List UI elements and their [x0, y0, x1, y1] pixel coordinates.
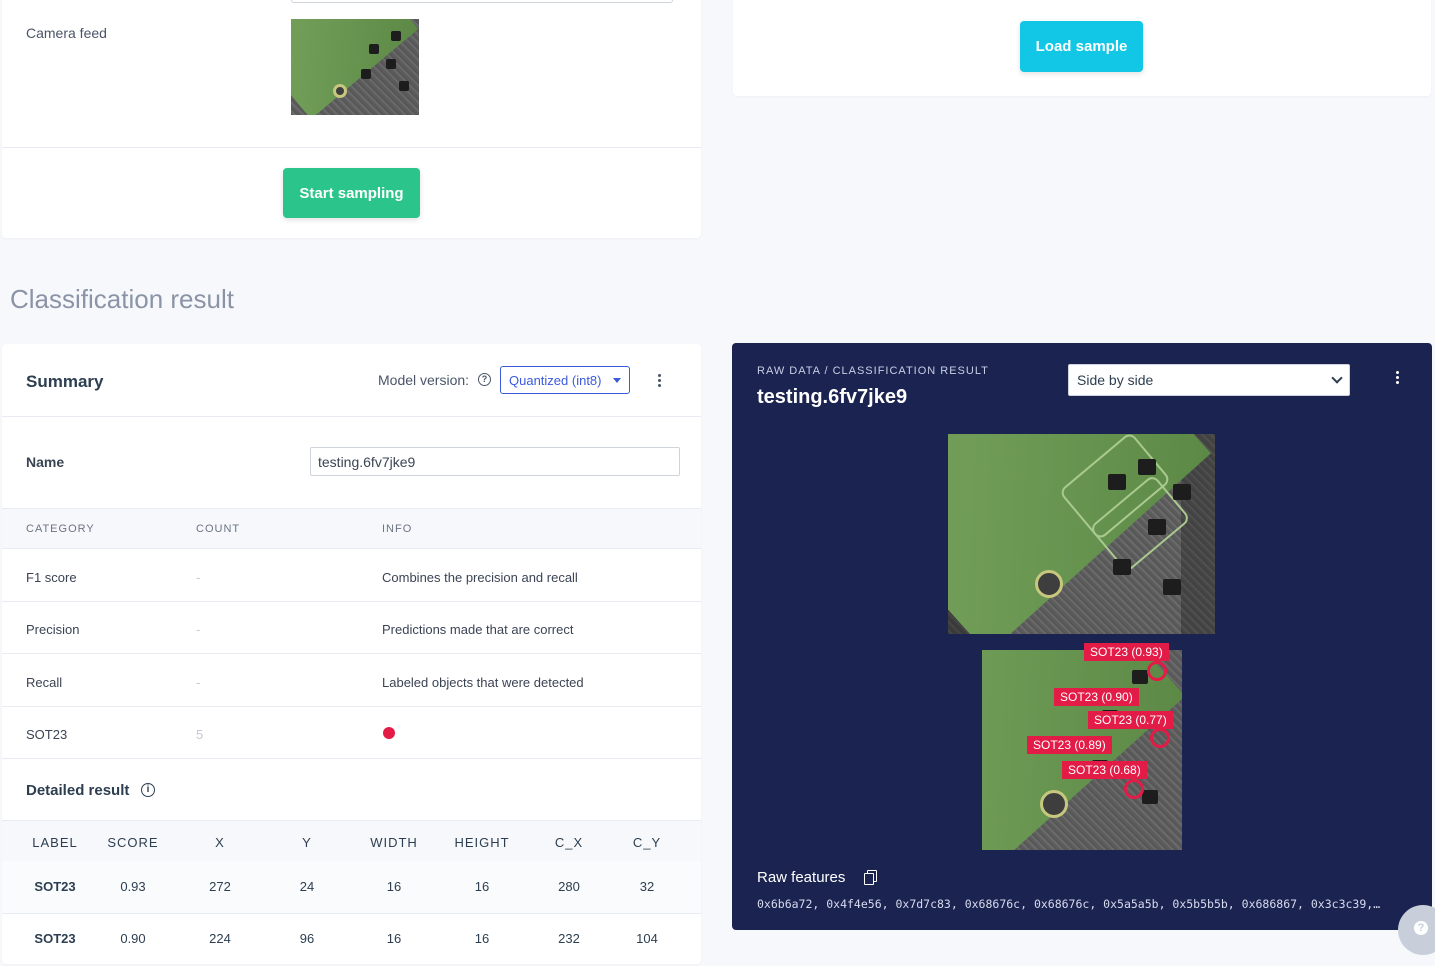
- cy-cell: 104: [636, 931, 658, 946]
- name-input[interactable]: [310, 447, 680, 476]
- detailed-result-title: Detailed result: [26, 782, 130, 799]
- category-table-header: CATEGORY COUNT INFO: [2, 508, 701, 549]
- model-version-label: Model version:: [378, 372, 470, 388]
- sample-name-title: testing.6fv7jke9: [757, 386, 908, 408]
- category-cell: F1 score: [26, 570, 77, 585]
- width-cell: 16: [386, 931, 402, 946]
- bounding-box-label: SOT23 (0.89): [1027, 736, 1112, 754]
- name-label: Name: [26, 454, 65, 470]
- header-label: LABEL: [32, 835, 78, 850]
- chevron-down-icon: [1331, 372, 1343, 384]
- category-cell: SOT23: [26, 727, 68, 742]
- score-cell: 0.90: [120, 931, 146, 946]
- table-row: SOT23 0.93 272 24 16 16 280 32: [2, 861, 701, 914]
- label-cell: SOT23: [34, 879, 76, 894]
- header-width: WIDTH: [370, 835, 418, 850]
- table-row: Precision - Predictions made that are co…: [2, 601, 701, 654]
- raw-data-panel: RAW DATA / CLASSIFICATION RESULT testing…: [732, 343, 1432, 930]
- kebab-menu-icon[interactable]: [658, 374, 662, 387]
- score-cell: 0.93: [120, 879, 146, 894]
- count-cell: 5: [196, 727, 204, 742]
- breadcrumb: RAW DATA / CLASSIFICATION RESULT: [757, 365, 989, 377]
- raw-sample-image: [948, 434, 1215, 634]
- view-mode-value: Side by side: [1077, 372, 1154, 388]
- sampling-card: Camera feed Start sampling: [2, 0, 701, 238]
- bounding-box: [1124, 779, 1144, 799]
- header-info: INFO: [382, 523, 413, 535]
- bounding-box: [1147, 661, 1167, 681]
- category-cell: Recall: [26, 675, 63, 690]
- floating-help-button[interactable]: ?: [1398, 905, 1435, 955]
- cy-cell: 32: [639, 879, 655, 894]
- model-version-dropdown[interactable]: Quantized (int8): [500, 366, 630, 394]
- info-cell: Labeled objects that were detected: [382, 675, 584, 690]
- table-row: Recall - Labeled objects that were detec…: [2, 653, 701, 706]
- summary-title: Summary: [26, 372, 104, 391]
- start-sampling-button[interactable]: Start sampling: [283, 168, 420, 218]
- model-version-value: Quantized (int8): [509, 373, 602, 388]
- height-cell: 16: [474, 931, 490, 946]
- previous-input-field[interactable]: [291, 0, 673, 3]
- info-icon[interactable]: i: [141, 783, 155, 797]
- height-cell: 16: [474, 879, 490, 894]
- x-cell: 224: [209, 931, 231, 946]
- bounding-box: [1150, 728, 1170, 748]
- copy-icon[interactable]: [864, 870, 878, 885]
- load-sample-button[interactable]: Load sample: [1020, 21, 1143, 72]
- info-cell: Predictions made that are correct: [382, 622, 574, 637]
- header-category: CATEGORY: [26, 523, 95, 535]
- info-cell: Combines the precision and recall: [382, 570, 578, 585]
- header-y: Y: [302, 835, 312, 850]
- header-cy: C_Y: [632, 835, 662, 850]
- camera-feed-image: [291, 19, 419, 115]
- y-cell: 24: [299, 879, 315, 894]
- bounding-box-label: SOT23 (0.90): [1054, 688, 1139, 706]
- table-row: SOT23 5: [2, 706, 701, 759]
- count-cell: -: [196, 622, 201, 637]
- table-row: SOT23 0.90 224 96 16 16 232 104: [2, 914, 701, 966]
- cx-cell: 280: [558, 879, 580, 894]
- bounding-box-label: SOT23 (0.68): [1062, 761, 1147, 779]
- help-icon[interactable]: ?: [478, 373, 491, 386]
- x-cell: 272: [209, 879, 231, 894]
- bounding-box-label: SOT23 (0.77): [1088, 711, 1173, 729]
- section-title: Classification result: [10, 284, 234, 314]
- camera-feed-label: Camera feed: [26, 25, 107, 41]
- count-cell: -: [196, 675, 201, 690]
- raw-features-label: Raw features: [757, 869, 846, 886]
- help-icon: ?: [1414, 921, 1428, 935]
- header-score: SCORE: [107, 835, 159, 850]
- header-x: X: [215, 835, 225, 850]
- bounding-box-label: SOT23 (0.93): [1084, 643, 1169, 661]
- kebab-menu-icon[interactable]: [1396, 371, 1400, 384]
- detailed-table-header: LABEL SCORE X Y WIDTH HEIGHT C_X C_Y: [2, 820, 701, 862]
- summary-card: Summary Model version: ? Quantized (int8…: [2, 344, 701, 964]
- category-cell: Precision: [26, 622, 80, 637]
- class-color-dot: [383, 727, 395, 739]
- load-sample-card: Load sample: [733, 0, 1431, 96]
- view-mode-select[interactable]: Side by side: [1068, 364, 1350, 396]
- raw-features-value: 0x6b6a72, 0x4f4e56, 0x7d7c83, 0x68676c, …: [757, 897, 1381, 911]
- cx-cell: 232: [558, 931, 580, 946]
- header-cx: C_X: [554, 835, 584, 850]
- table-row: F1 score - Combines the precision and re…: [2, 548, 701, 601]
- y-cell: 96: [299, 931, 315, 946]
- header-count: COUNT: [196, 523, 241, 535]
- caret-down-icon: [613, 378, 621, 383]
- count-cell: -: [196, 570, 201, 585]
- label-cell: SOT23: [34, 931, 76, 946]
- header-height: HEIGHT: [454, 835, 510, 850]
- width-cell: 16: [386, 879, 402, 894]
